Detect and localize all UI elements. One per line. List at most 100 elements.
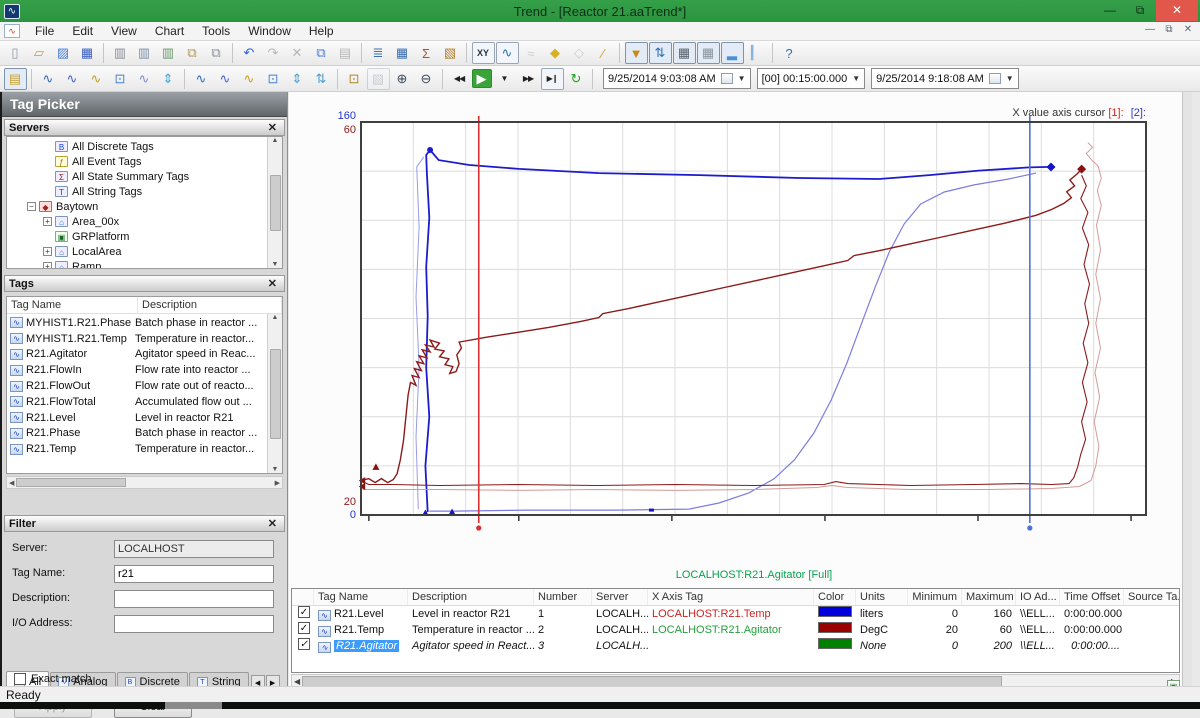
xy-trend-chart[interactable]: 16060200 bbox=[289, 92, 1192, 562]
tag-list-item[interactable]: ∿R21.TempTemperature in reactor... bbox=[7, 441, 267, 457]
mdi-minimize-button[interactable]: — bbox=[1144, 24, 1156, 35]
expand-icon[interactable]: + bbox=[43, 217, 52, 226]
copy-button[interactable]: ⧉ bbox=[310, 42, 333, 64]
auto-sync-toggle-button[interactable]: ⇅ bbox=[649, 42, 672, 64]
step-forward-button[interactable]: ▶▶ bbox=[517, 68, 540, 90]
filter-tag-name-input[interactable] bbox=[114, 565, 274, 583]
data-table-toggle-button[interactable]: ▼ bbox=[625, 42, 648, 64]
tree-item-area-00x[interactable]: +⌂Area_00x bbox=[9, 214, 266, 229]
legend-x-axis-tag[interactable] bbox=[648, 638, 814, 654]
tree-item-all-state-summary-tags[interactable]: ΣAll State Summary Tags bbox=[9, 169, 266, 184]
exact-match-checkbox[interactable] bbox=[14, 673, 26, 685]
tags-vscrollbar[interactable]: ▲▼ bbox=[267, 314, 282, 473]
tag-picker-toggle-button[interactable]: ▤ bbox=[4, 68, 27, 90]
scale-up-button[interactable]: ∿ bbox=[61, 68, 84, 90]
x-cursor-2-handle[interactable] bbox=[1027, 525, 1032, 530]
scale-reset-button[interactable]: ⇕ bbox=[157, 68, 180, 90]
save-file-button[interactable]: ▦ bbox=[76, 42, 99, 64]
zoom-out-button[interactable]: ⊖ bbox=[415, 68, 438, 90]
pen-color-swatch[interactable] bbox=[818, 638, 852, 649]
tree-item-all-string-tags[interactable]: TAll String Tags bbox=[9, 184, 266, 199]
menu-view[interactable]: View bbox=[102, 22, 146, 40]
print-setup-button[interactable]: ▥ bbox=[109, 42, 132, 64]
legend-color-swatch[interactable] bbox=[814, 622, 856, 638]
tree-item-ramp[interactable]: +⌂Ramp bbox=[9, 259, 266, 269]
legend-tag-name[interactable]: ∿R21.Temp bbox=[314, 622, 408, 638]
copy-chart-image-button[interactable]: ⧉ bbox=[181, 42, 204, 64]
servers-close-icon[interactable]: ✕ bbox=[265, 121, 280, 134]
minimize-button[interactable]: — bbox=[1096, 1, 1124, 21]
menu-help[interactable]: Help bbox=[300, 22, 343, 40]
redo-button[interactable]: ↷ bbox=[262, 42, 285, 64]
pan-down-button[interactable]: ∿ bbox=[214, 68, 237, 90]
cursor-2-label[interactable]: [2]: bbox=[1131, 107, 1146, 119]
collapse-icon[interactable]: − bbox=[27, 202, 36, 211]
tree-item-all-event-tags[interactable]: ƒAll Event Tags bbox=[9, 154, 266, 169]
pan-box-button[interactable]: ⊡ bbox=[262, 68, 285, 90]
checkbox-checked-icon[interactable]: ✓ bbox=[298, 622, 310, 634]
scale-down-button[interactable]: ∿ bbox=[85, 68, 108, 90]
menu-chart[interactable]: Chart bbox=[146, 22, 193, 40]
filter-close-icon[interactable]: ✕ bbox=[265, 517, 280, 530]
scaling-options-button[interactable]: ▧ bbox=[439, 42, 462, 64]
menu-edit[interactable]: Edit bbox=[63, 22, 102, 40]
pan-reset-button[interactable]: ⇅ bbox=[310, 68, 333, 90]
mdi-close-button[interactable]: ✕ bbox=[1182, 24, 1194, 35]
favorite-remove-button[interactable]: ◇ bbox=[568, 42, 591, 64]
tag-detail-table-button[interactable]: ▦ bbox=[391, 42, 414, 64]
expand-icon[interactable]: + bbox=[43, 247, 52, 256]
pen-color-swatch[interactable] bbox=[818, 606, 852, 617]
tree-item-grplatform[interactable]: ▣GRPlatform bbox=[9, 229, 266, 244]
scale-box-button[interactable]: ⊡ bbox=[109, 68, 132, 90]
checkbox-checked-icon[interactable]: ✓ bbox=[298, 606, 310, 618]
filter-description-input[interactable] bbox=[114, 590, 274, 608]
export-chart-button[interactable]: ▨ bbox=[52, 42, 75, 64]
pan-left-button[interactable]: ∿ bbox=[238, 68, 261, 90]
print-button[interactable]: ▥ bbox=[157, 42, 180, 64]
tree-item-localarea[interactable]: +⌂LocalArea bbox=[9, 244, 266, 259]
menu-file[interactable]: File bbox=[26, 22, 63, 40]
tag-list-item[interactable]: ∿R21.FlowTotalAccumulated flow out ... bbox=[7, 394, 267, 410]
tag-list-item[interactable]: ∿R21.FlowOutFlow rate out of reacto... bbox=[7, 378, 267, 394]
legend-x-axis-tag[interactable]: LOCALHOST:R21.Temp bbox=[648, 606, 814, 622]
paste-button[interactable]: ▤ bbox=[334, 42, 357, 64]
pan-expand-button[interactable]: ⇕ bbox=[286, 68, 309, 90]
legend-tag-name[interactable]: ∿R21.Level bbox=[314, 606, 408, 622]
undo-button[interactable]: ↶ bbox=[238, 42, 261, 64]
legend-x-axis-tag[interactable]: LOCALHOST:R21.Agitator bbox=[648, 622, 814, 638]
dropdown-arrow-icon[interactable]: ▼ bbox=[852, 74, 860, 83]
tag-list-item[interactable]: ∿MYHIST1.R21.TempTemperature in reactor.… bbox=[7, 331, 267, 347]
play-button[interactable]: ▶ bbox=[472, 69, 492, 88]
new-chart-button[interactable]: ▯ bbox=[4, 42, 27, 64]
tag-list-item[interactable]: ∿R21.LevelLevel in reactor R21 bbox=[7, 410, 267, 426]
scale-individual-button[interactable]: ∿ bbox=[133, 68, 156, 90]
scale-autoscale-button[interactable]: ∿ bbox=[37, 68, 60, 90]
grid-minor-toggle-button[interactable]: ▦ bbox=[697, 42, 720, 64]
legend-row-r21-agitator[interactable]: ✓∿R21.AgitatorAgitator speed in React...… bbox=[292, 638, 1179, 654]
start-time-input[interactable]: 9/25/2014 9:03:08 AM▼ bbox=[603, 68, 751, 89]
checkbox-checked-icon[interactable]: ✓ bbox=[298, 638, 310, 650]
play-options-button[interactable]: ▼ bbox=[493, 68, 516, 90]
restore-button[interactable]: ⧉ bbox=[1126, 1, 1154, 21]
zoom-in-button[interactable]: ⊕ bbox=[391, 68, 414, 90]
pan-up-button[interactable]: ∿ bbox=[190, 68, 213, 90]
x-cursor-1-handle[interactable] bbox=[476, 525, 481, 530]
pen-checkbox[interactable]: ✓ bbox=[292, 622, 314, 638]
pen-checkbox[interactable]: ✓ bbox=[292, 638, 314, 654]
zoom-locked-button[interactable]: ▧ bbox=[367, 68, 390, 90]
open-file-button[interactable]: ▱ bbox=[28, 42, 51, 64]
filter-server-input[interactable] bbox=[114, 540, 274, 558]
end-time-input[interactable]: 9/25/2014 9:18:08 AM▼ bbox=[871, 68, 1019, 89]
dropdown-arrow-icon[interactable]: ▼ bbox=[1006, 74, 1014, 83]
tag-list-item[interactable]: ∿R21.AgitatorAgitator speed in Reac... bbox=[7, 347, 267, 363]
mdi-restore-button[interactable]: ⧉ bbox=[1163, 24, 1175, 35]
close-button[interactable]: ✕ bbox=[1156, 0, 1198, 21]
tag-list-item[interactable]: ∿R21.FlowInFlow rate into reactor ... bbox=[7, 362, 267, 378]
tags-list-header[interactable]: Tag Name Description bbox=[7, 297, 282, 314]
pen-checkbox[interactable]: ✓ bbox=[292, 606, 314, 622]
copy-chart-data-button[interactable]: ⧉ bbox=[205, 42, 228, 64]
print-preview-button[interactable]: ▥ bbox=[133, 42, 156, 64]
legend-row-r21-level[interactable]: ✓∿R21.LevelLevel in reactor R211LOCALH..… bbox=[292, 606, 1179, 622]
tree-item-baytown[interactable]: −◆Baytown bbox=[9, 199, 266, 214]
annotate-pen-button[interactable]: ∕ bbox=[592, 42, 615, 64]
